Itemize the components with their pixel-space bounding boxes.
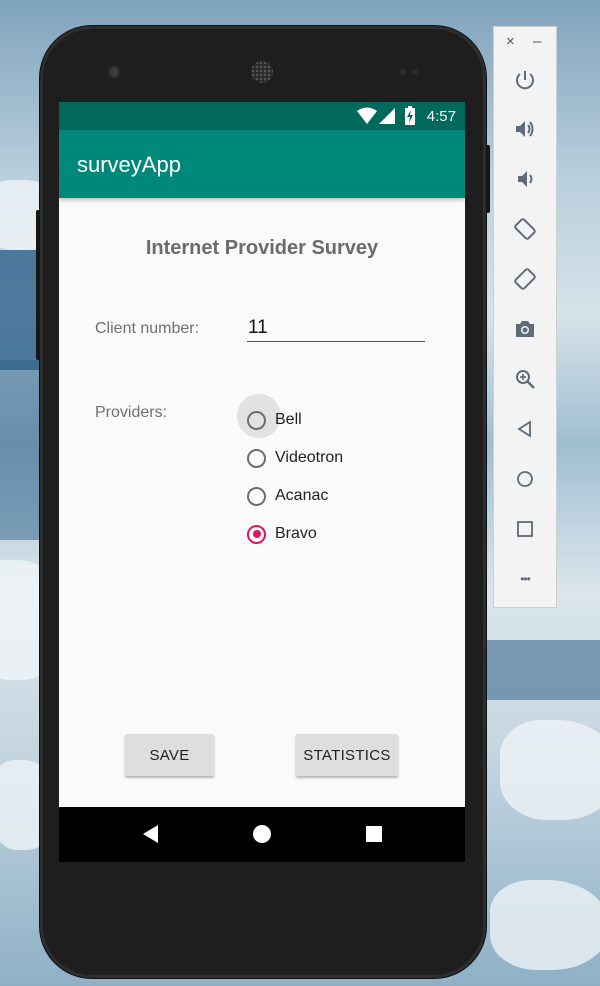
radio-circle-icon[interactable] [247,486,266,506]
radio-checked-icon[interactable] [247,524,266,544]
radio-label: Bravo [275,525,317,542]
back-icon[interactable] [512,416,538,442]
rotate-right-icon[interactable] [512,266,538,292]
volume-rocker [36,210,40,360]
radio-label: Videotron [275,449,344,466]
camera-icon[interactable] [512,316,538,342]
light-sensor [412,69,418,75]
radio-circle-icon[interactable] [247,410,266,430]
radio-label: Bell [275,411,302,428]
zoom-icon[interactable] [512,366,538,392]
providers-label: Providers: [95,404,168,421]
statistics-button[interactable]: STATISTICS [296,734,398,776]
volume-up-icon[interactable] [512,116,538,142]
home-icon[interactable] [512,466,538,492]
power-button [486,145,490,213]
battery-icon [405,106,415,125]
app-title: surveyApp [77,152,181,177]
client-number-label: Client number: [95,320,200,337]
nav-home-icon[interactable] [253,825,271,843]
earpiece-speaker [251,61,273,83]
proximity-sensor [400,69,406,75]
nav-bar [59,807,465,862]
radio-option-bell[interactable]: Bell [247,405,302,435]
signal-icon [379,108,395,124]
overview-icon[interactable] [512,516,538,542]
status-bar: 4:57 [59,102,465,130]
radio-label: Acanac [275,487,329,504]
save-button[interactable]: SAVE [125,734,214,776]
radio-circle-icon[interactable] [247,448,266,468]
app-bar: surveyApp [59,130,465,198]
more-icon[interactable]: ••• [512,566,538,592]
survey-title: Internet Provider Survey [145,237,379,259]
minimize-icon[interactable]: – [533,33,541,50]
radio-option-videotron[interactable]: Videotron [247,443,343,473]
wifi-icon [357,107,377,124]
volume-down-icon[interactable] [512,166,538,192]
status-time: 4:57 [426,108,456,125]
emulator-toolbar: × – ••• [493,26,557,608]
radio-option-acanac[interactable]: Acanac [247,481,328,511]
client-number-input[interactable] [247,315,425,342]
rotate-left-icon[interactable] [512,216,538,242]
close-icon[interactable]: × [506,33,515,50]
nav-overview-icon[interactable] [366,826,382,842]
device-screen: 4:57 surveyApp Internet Provider Survey … [59,102,465,862]
power-icon[interactable] [512,67,538,93]
front-camera [109,67,119,77]
radio-option-bravo[interactable]: Bravo [247,519,317,549]
nav-back-icon[interactable] [143,825,158,843]
